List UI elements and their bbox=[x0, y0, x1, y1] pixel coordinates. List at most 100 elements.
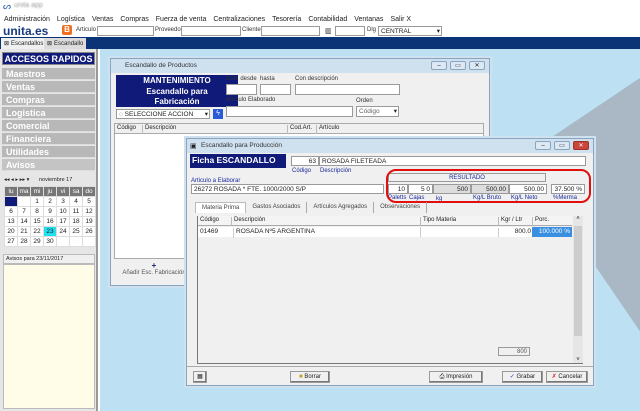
calendar-day[interactable]: 4 bbox=[69, 196, 83, 207]
calendar-day[interactable]: 27 bbox=[4, 236, 18, 247]
calendar-day[interactable]: 29 bbox=[30, 236, 44, 247]
articulo-input[interactable] bbox=[97, 26, 154, 36]
menu-contabilidad[interactable]: Contabilidad bbox=[308, 16, 347, 23]
calendar-day[interactable]: 18 bbox=[69, 216, 83, 227]
menu-logistica[interactable]: Logística bbox=[57, 16, 85, 23]
close-button[interactable]: ✕ bbox=[573, 141, 589, 150]
close-icon[interactable]: ⊠ bbox=[4, 40, 9, 47]
tab-observaciones[interactable]: Observaciones bbox=[374, 202, 428, 213]
calendar-day[interactable]: 9 bbox=[43, 206, 57, 217]
code-input[interactable] bbox=[335, 26, 365, 36]
calendar-day[interactable]: 10 bbox=[56, 206, 70, 217]
orden-select[interactable]: Código ▾ bbox=[356, 106, 399, 117]
menu-compras[interactable]: Compras bbox=[120, 16, 148, 23]
hasta-input[interactable] bbox=[260, 84, 291, 95]
sidebar-item-comercial[interactable]: Comercial bbox=[2, 120, 95, 132]
execute-action-icon[interactable]: ϟ bbox=[213, 109, 223, 119]
maximize-button[interactable]: ▭ bbox=[450, 61, 466, 70]
calendar-day[interactable]: 30 bbox=[43, 236, 57, 247]
calendar-day[interactable]: 26 bbox=[82, 226, 96, 237]
tab-materia-prima[interactable]: Materia Prima bbox=[195, 202, 247, 213]
articulo-elaborar-input[interactable]: 26272 ROSADA * FTE. 1000/2000 S/P bbox=[191, 184, 384, 194]
tab-articulos-agregados[interactable]: Artículos Agregados bbox=[307, 202, 375, 213]
sidebar-item-logistica[interactable]: Logistica bbox=[2, 107, 95, 119]
cod-desde-input[interactable] bbox=[226, 84, 257, 95]
calendar-day[interactable]: 7 bbox=[17, 206, 31, 217]
grabar-button[interactable]: ✓ Grabar bbox=[502, 371, 543, 383]
con-descripcion-input[interactable] bbox=[295, 84, 400, 95]
calendar-day[interactable]: 13 bbox=[4, 216, 18, 227]
sidebar-item-ventas[interactable]: Ventas bbox=[2, 81, 95, 93]
articulo-elaborado-input[interactable] bbox=[226, 106, 353, 117]
sidebar-item-utilidades[interactable]: Utilidades bbox=[2, 146, 95, 158]
descripcion-field[interactable]: ROSADA FILETEADA bbox=[319, 156, 586, 166]
col-codigo[interactable]: Código bbox=[198, 217, 219, 226]
cancelar-button[interactable]: ✗ Cancelar bbox=[546, 371, 588, 383]
sidebar-item-maestros[interactable]: Maestros bbox=[2, 68, 95, 80]
col-porc[interactable]: Porc. bbox=[532, 217, 549, 226]
tab-gastos-asociados[interactable]: Gastos Asociados bbox=[246, 202, 308, 213]
table-row[interactable]: 01469 ROSADA Nº5 ARGENTINA 800.0 100.000… bbox=[198, 227, 572, 238]
calendar-day[interactable]: 1 bbox=[30, 196, 44, 207]
calendar-day[interactable]: 2 bbox=[43, 196, 57, 207]
menu-fuerza-venta[interactable]: Fuerza de venta bbox=[156, 16, 207, 23]
calendar-day[interactable]: 12 bbox=[82, 206, 96, 217]
menu-ventanas[interactable]: Ventanas bbox=[354, 16, 383, 23]
calendar-day[interactable]: 28 bbox=[17, 236, 31, 247]
sidebar-item-compras[interactable]: Compras bbox=[2, 94, 95, 106]
impresion-button[interactable]: ⎙ Impresión bbox=[429, 371, 483, 383]
calendar-day[interactable]: 17 bbox=[56, 216, 70, 227]
network-icon[interactable]: ▦ bbox=[193, 371, 207, 383]
add-escandallo-button[interactable]: + Añadir Esc. Fabricación bbox=[114, 261, 194, 276]
col-kgr-ltr[interactable]: Kgr / Ltr bbox=[498, 217, 522, 226]
cliente-input[interactable] bbox=[261, 26, 320, 36]
calendar-nav[interactable]: ◂◂ ◂ ▸ ▸▸ ▾ noviembre 17 bbox=[4, 177, 72, 183]
barcode-icon[interactable]: ▥ bbox=[325, 27, 332, 35]
calendar-day[interactable]: 24 bbox=[56, 226, 70, 237]
borrar-button[interactable]: ■ Borrar bbox=[290, 371, 330, 383]
minimize-button[interactable]: ‒ bbox=[431, 61, 447, 70]
calendar-day[interactable]: 23 bbox=[43, 226, 57, 237]
accion-select[interactable]: ◌ SELECCIONE ACCION ▾ bbox=[116, 109, 210, 119]
calendar-day[interactable]: 16 bbox=[43, 216, 57, 227]
minimize-button[interactable]: ‒ bbox=[535, 141, 551, 150]
col-tipo-materia[interactable]: Tipo Materia bbox=[420, 217, 456, 226]
tab-escandallo[interactable]: ⊠ Escandallo bbox=[44, 38, 87, 49]
row-porc[interactable]: 100.000 % bbox=[532, 227, 572, 237]
menu-salir[interactable]: Salir X bbox=[390, 16, 411, 23]
col-articulo[interactable]: Artículo bbox=[316, 125, 339, 134]
menu-administracion[interactable]: Administración bbox=[4, 16, 50, 23]
tab-escandallos[interactable]: ⊠ Escandallos bbox=[1, 38, 47, 49]
calendar-day[interactable]: 5 bbox=[82, 196, 96, 207]
calendar-day[interactable]: 14 bbox=[17, 216, 31, 227]
calendar-day[interactable]: 15 bbox=[30, 216, 44, 227]
menu-ventas[interactable]: Ventas bbox=[92, 16, 113, 23]
scroll-down-icon[interactable]: ˅ bbox=[573, 357, 583, 363]
calendar-nav-arrows[interactable]: ◂◂ ◂ ▸ ▸▸ ▾ bbox=[4, 177, 29, 183]
maximize-button[interactable]: ▭ bbox=[554, 141, 570, 150]
calendar-day[interactable]: 21 bbox=[17, 226, 31, 237]
blogger-icon[interactable]: B bbox=[62, 25, 72, 35]
scroll-thumb[interactable] bbox=[574, 226, 582, 336]
calendar-day[interactable]: 11 bbox=[69, 206, 83, 217]
close-icon[interactable]: ⊠ bbox=[47, 40, 52, 47]
calendar-day[interactable]: 25 bbox=[69, 226, 83, 237]
sidebar-item-financiera[interactable]: Financiera bbox=[2, 133, 95, 145]
col-descripcion[interactable]: Descripción bbox=[142, 125, 176, 134]
dlg-select[interactable]: CENTRAL ▾ bbox=[378, 26, 442, 36]
codigo-field[interactable]: 63 bbox=[291, 156, 319, 166]
close-button[interactable]: ✕ bbox=[469, 61, 485, 70]
calendar-day[interactable]: 6 bbox=[4, 206, 18, 217]
sidebar-item-avisos[interactable]: Avisos bbox=[2, 159, 95, 171]
calendar-day[interactable]: 22 bbox=[30, 226, 44, 237]
scroll-up-icon[interactable]: ˄ bbox=[573, 216, 583, 222]
proveedor-input[interactable] bbox=[181, 26, 241, 36]
calendar-day[interactable]: 20 bbox=[4, 226, 18, 237]
menu-centralizaciones[interactable]: Centralizaciones bbox=[213, 16, 265, 23]
calendar-day[interactable]: 19 bbox=[82, 216, 96, 227]
col-cod-art[interactable]: Cod.Art. bbox=[287, 125, 312, 134]
menu-tesoreria[interactable]: Tesorería bbox=[272, 16, 301, 23]
calendar-day[interactable]: 8 bbox=[30, 206, 44, 217]
vertical-scrollbar[interactable]: ˄ ˅ bbox=[573, 216, 583, 363]
calendar-day[interactable]: 3 bbox=[56, 196, 70, 207]
